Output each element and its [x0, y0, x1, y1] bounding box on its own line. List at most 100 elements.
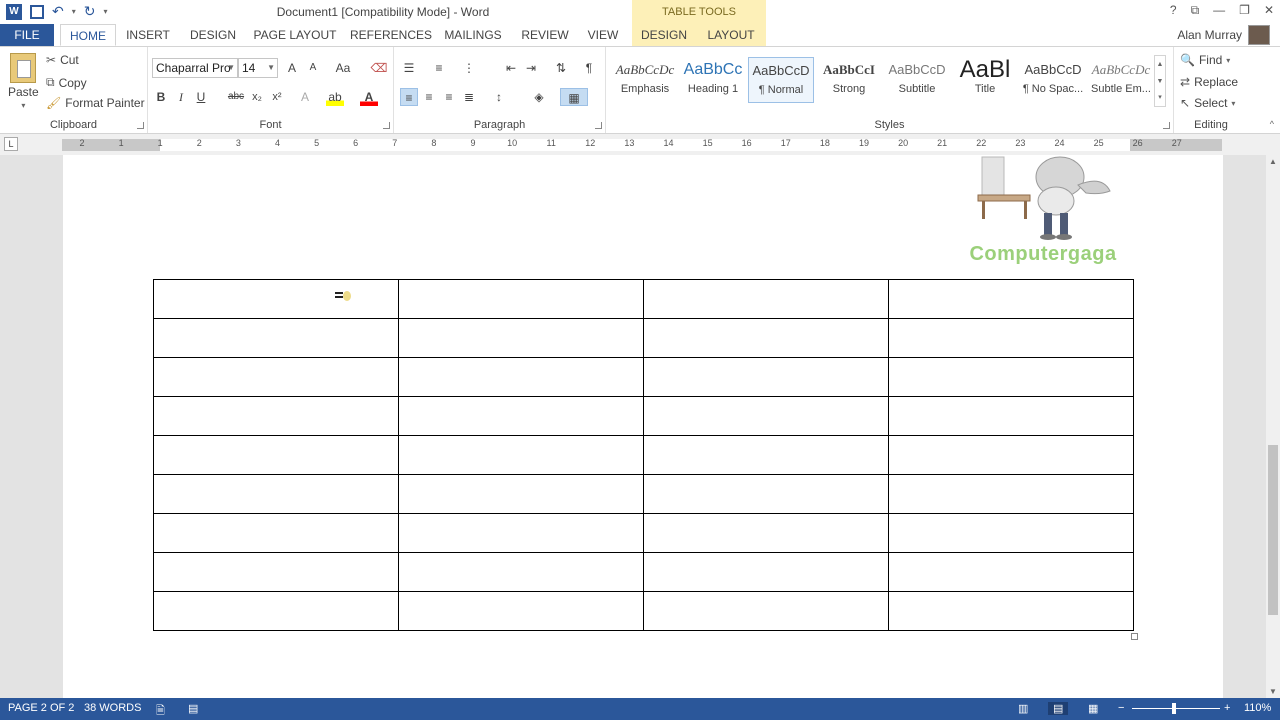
zoom-level[interactable]: 110% [1244, 702, 1271, 714]
subscript-button[interactable]: x₂ [248, 88, 266, 106]
document-page[interactable]: Computergaga [63, 155, 1223, 698]
table-cell[interactable] [643, 552, 889, 592]
zoom-in-icon[interactable]: + [1224, 702, 1230, 714]
align-center-icon[interactable]: ≡ [420, 88, 438, 106]
style-emphasis[interactable]: AaBbCcDc Emphasis [612, 57, 678, 103]
tab-mailings[interactable]: MAILINGS [440, 24, 506, 46]
align-left-icon[interactable]: ≡ [400, 88, 418, 106]
close-button[interactable]: ✕ [1264, 3, 1274, 18]
proofing-icon[interactable]: 🗎 [156, 702, 165, 720]
paragraph-launcher-icon[interactable] [595, 122, 602, 129]
table-cell[interactable] [643, 591, 889, 631]
zoom-slider[interactable] [1132, 708, 1220, 709]
collapse-ribbon-icon[interactable]: ^ [1270, 119, 1274, 129]
maximize-button[interactable]: ❐ [1239, 3, 1250, 18]
cut-button[interactable]: ✂ Cut [46, 53, 79, 67]
table-cell[interactable] [643, 513, 889, 553]
table-cell[interactable] [643, 435, 889, 475]
scroll-up-icon[interactable]: ▲ [1269, 157, 1277, 166]
scroll-down-icon[interactable]: ▼ [1269, 687, 1277, 696]
italic-button[interactable]: I [172, 88, 190, 106]
strikethrough-button[interactable]: abc [224, 88, 248, 106]
table-cell[interactable] [398, 591, 644, 631]
tab-selector[interactable]: L [4, 137, 18, 151]
scroll-down-icon[interactable]: ▼ [1155, 73, 1165, 90]
print-layout-icon[interactable]: ▤ [1048, 702, 1069, 715]
table-cell[interactable] [888, 318, 1134, 358]
sort-icon[interactable]: ⇅ [552, 59, 570, 77]
highlight-color-icon[interactable]: ab [326, 88, 344, 106]
underline-button[interactable]: U [192, 88, 210, 106]
tab-home[interactable]: HOME [60, 24, 116, 46]
table-cell[interactable] [398, 513, 644, 553]
superscript-button[interactable]: x² [268, 88, 286, 106]
font-family-select[interactable]: Chaparral Pro ▼ [152, 58, 238, 78]
style-subtitle[interactable]: AaBbCcD Subtitle [884, 57, 950, 103]
page-count[interactable]: PAGE 2 OF 2 [8, 702, 74, 714]
tab-design[interactable]: DESIGN [186, 24, 240, 46]
zoom-slider-thumb[interactable] [1172, 703, 1176, 714]
paste-button[interactable]: Paste ▾ [8, 53, 39, 110]
tab-table-design[interactable]: DESIGN [632, 24, 696, 46]
ribbon-display-button[interactable]: ⧉ [1191, 3, 1200, 18]
shading-icon[interactable]: ◈ [530, 88, 548, 106]
change-case-button[interactable]: Aa [330, 59, 356, 77]
tab-table-layout[interactable]: LAYOUT [696, 24, 766, 46]
table-cell[interactable] [643, 396, 889, 436]
font-color-button[interactable]: A [360, 88, 378, 106]
shrink-font-button[interactable]: A [304, 59, 322, 77]
table-cell[interactable] [643, 318, 889, 358]
bold-button[interactable]: B [152, 88, 170, 106]
scroll-up-icon[interactable]: ▲ [1155, 56, 1165, 73]
table-cell[interactable] [398, 318, 644, 358]
table-cell[interactable] [888, 474, 1134, 514]
web-layout-icon[interactable]: ▦ [1088, 702, 1098, 715]
table-cell[interactable] [153, 279, 399, 319]
style-strong[interactable]: AaBbCcI Strong [816, 57, 882, 103]
format-painter-button[interactable]: 🖌 Format Painter [46, 96, 145, 110]
style-subtle-emphasis[interactable]: AaBbCcDc Subtle Em... [1088, 57, 1154, 103]
table-cell[interactable] [153, 318, 399, 358]
justify-icon[interactable]: ≣ [460, 88, 478, 106]
table-cell[interactable] [888, 552, 1134, 592]
font-size-select[interactable]: 14 ▼ [238, 58, 278, 78]
style-title[interactable]: AaBl Title [952, 57, 1018, 103]
table-cell[interactable] [888, 396, 1134, 436]
tab-page-layout[interactable]: PAGE LAYOUT [252, 24, 338, 46]
help-button[interactable]: ? [1170, 3, 1177, 18]
increase-indent-icon[interactable]: ⇥ [522, 59, 540, 77]
table-cell[interactable] [888, 591, 1134, 631]
table-cell[interactable] [888, 357, 1134, 397]
minimize-button[interactable]: — [1213, 3, 1225, 18]
table-cell[interactable] [153, 552, 399, 592]
grow-font-button[interactable]: A [283, 59, 301, 77]
style-normal[interactable]: AaBbCcD ¶ Normal [748, 57, 814, 103]
read-mode-icon[interactable]: ▥ [1018, 702, 1028, 715]
tab-insert[interactable]: INSERT [122, 24, 174, 46]
align-right-icon[interactable]: ≡ [440, 88, 458, 106]
tab-file[interactable]: FILE [0, 24, 54, 46]
more-styles-icon[interactable]: ▾ [1155, 90, 1165, 106]
tab-view[interactable]: VIEW [582, 24, 624, 46]
text-effects-button[interactable]: A [296, 88, 314, 106]
table-cell[interactable] [153, 513, 399, 553]
table-cell[interactable] [153, 435, 399, 475]
scrollbar-thumb[interactable] [1268, 445, 1278, 615]
show-marks-button[interactable]: ¶ [580, 59, 598, 77]
borders-icon[interactable]: ▦ [560, 88, 588, 106]
tab-references[interactable]: REFERENCES [350, 24, 432, 46]
replace-button[interactable]: ⇄ Replace [1180, 75, 1238, 89]
table-cell[interactable] [398, 474, 644, 514]
table-cell[interactable] [643, 279, 889, 319]
table-cell[interactable] [153, 474, 399, 514]
find-button[interactable]: 🔍 Find ▾ [1180, 53, 1230, 67]
user-name[interactable]: Alan Murray [1177, 28, 1242, 42]
table-resize-handle[interactable] [1131, 633, 1138, 640]
clear-formatting-icon[interactable]: ⌫ [370, 59, 388, 77]
table-cell[interactable] [153, 357, 399, 397]
table-cell[interactable] [153, 396, 399, 436]
table-cell[interactable] [398, 396, 644, 436]
select-button[interactable]: ↖ Select ▾ [1180, 96, 1235, 110]
style-heading-1[interactable]: AaBbCc Heading 1 [680, 57, 746, 103]
horizontal-ruler[interactable]: L 2 1 1 2 3 4 5 6 7 8 9 10 11 12 13 14 15 16 17 18 19 20 21 22 2… [0, 135, 1280, 155]
